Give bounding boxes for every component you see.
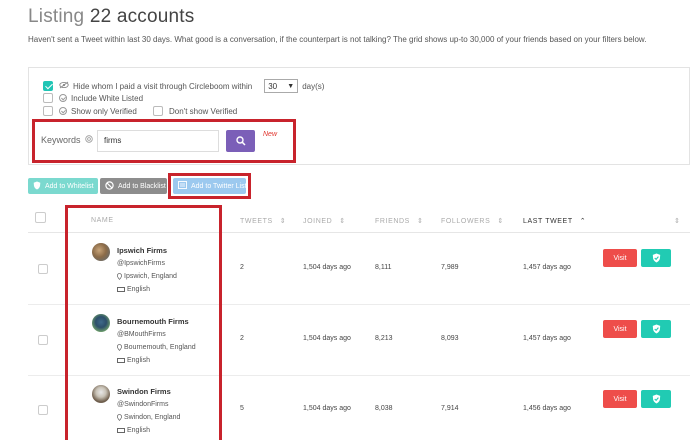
page-title-prefix: Listing	[28, 6, 85, 27]
include-whitelisted-label: Include White Listed	[71, 93, 144, 103]
last-tweet-cell: 1,457 days ago	[523, 335, 571, 342]
verified-icon	[59, 107, 67, 115]
column-followers-label: FOLLOWERS	[441, 217, 491, 225]
row-checkbox[interactable]	[38, 335, 48, 345]
followers-cell: 7,989	[441, 264, 459, 271]
shield-check-icon	[652, 253, 660, 263]
days-select[interactable]: 30 ▼	[264, 79, 299, 93]
visit-button[interactable]: Visit	[603, 249, 637, 267]
shield-check-icon	[652, 394, 660, 404]
shield-icon	[33, 181, 41, 192]
whitelist-button[interactable]	[641, 320, 671, 338]
twitter-list-highlight-box	[168, 173, 251, 199]
column-header-last-tweet[interactable]: LAST TWEET ⌃	[523, 217, 587, 226]
search-icon	[235, 136, 246, 146]
account-count: 22 accounts	[89, 6, 195, 27]
info-icon	[84, 135, 93, 145]
block-icon	[105, 180, 114, 192]
sort-icon: ⇕	[674, 218, 681, 225]
page-subtitle: Haven't sent a Tweet within last 30 days…	[28, 35, 647, 44]
include-whitelisted-checkbox[interactable]	[43, 93, 53, 103]
search-button[interactable]	[226, 130, 255, 152]
followers-cell: 7,914	[441, 405, 459, 412]
page-title: Listing 22 accounts	[28, 6, 194, 28]
column-settings-sort[interactable]: ⇕	[674, 217, 680, 225]
name-column-highlight-box	[65, 205, 222, 440]
joined-cell: 1,504 days ago	[303, 264, 351, 271]
keywords-label-group: Keywords	[41, 135, 93, 145]
filter-hide-visited[interactable]: Hide whom I paid a visit through Circleb…	[43, 79, 324, 93]
dont-show-verified-label: Don't show Verified	[169, 106, 238, 116]
only-verified-checkbox[interactable]	[43, 106, 53, 116]
caret-down-icon: ▼	[287, 82, 295, 90]
sort-icon: ⇕	[416, 218, 424, 225]
hide-visited-label: Hide whom I paid a visit through Circleb…	[73, 81, 253, 91]
dont-show-verified-checkbox[interactable]	[153, 106, 163, 116]
sort-icon: ⇕	[339, 218, 346, 225]
add-to-whitelist-button[interactable]: Add to Whitelist	[28, 178, 98, 194]
eye-slash-icon	[59, 81, 69, 91]
last-tweet-cell: 1,457 days ago	[523, 264, 571, 271]
tweets-cell: 2	[240, 264, 244, 271]
new-badge: New	[263, 131, 278, 138]
visit-button[interactable]: Visit	[603, 390, 637, 408]
tweets-cell: 5	[240, 405, 244, 412]
whitelist-button[interactable]	[641, 249, 671, 267]
keywords-label: Keywords	[41, 135, 81, 145]
shield-check-icon	[652, 324, 660, 334]
days-select-value: 30	[268, 81, 278, 91]
sort-icon: ⇕	[279, 218, 287, 225]
friends-cell: 8,111	[375, 264, 392, 271]
column-last-tweet-label: LAST TWEET	[523, 217, 573, 225]
visit-button[interactable]: Visit	[603, 320, 637, 338]
sort-up-icon: ⌃	[579, 218, 587, 225]
column-tweets-label: TWEETS	[240, 217, 273, 225]
column-header-friends[interactable]: FRIENDS ⇕	[375, 217, 424, 226]
select-all-checkbox[interactable]	[35, 212, 46, 223]
friends-cell: 8,213	[375, 335, 393, 342]
column-joined-label: JOINED	[303, 217, 333, 225]
filter-include-whitelisted[interactable]: Include White Listed	[43, 93, 143, 103]
column-header-joined[interactable]: JOINED ⇕	[303, 217, 346, 226]
last-tweet-cell: 1,456 days ago	[523, 405, 571, 412]
tweets-cell: 2	[240, 335, 244, 342]
sort-icon: ⇕	[497, 218, 504, 225]
add-to-blacklist-label: Add to Blacklist	[118, 182, 166, 190]
hide-visited-checkbox[interactable]	[43, 81, 53, 91]
only-verified-label: Show only Verified	[71, 106, 137, 116]
friends-cell: 8,038	[375, 405, 393, 412]
row-checkbox[interactable]	[38, 405, 48, 415]
column-header-tweets[interactable]: TWEETS ⇕	[240, 217, 287, 226]
row-checkbox[interactable]	[38, 264, 48, 274]
filter-only-verified[interactable]: Show only Verified	[43, 106, 137, 116]
followers-cell: 8,093	[441, 335, 459, 342]
keyword-search-input[interactable]: firms	[97, 130, 219, 152]
check-circle-icon	[59, 94, 67, 102]
days-unit-label: day(s)	[302, 81, 325, 91]
add-to-whitelist-label: Add to Whitelist	[45, 182, 94, 190]
joined-cell: 1,504 days ago	[303, 405, 351, 412]
column-friends-label: FRIENDS	[375, 217, 410, 225]
joined-cell: 1,504 days ago	[303, 335, 351, 342]
column-header-followers[interactable]: FOLLOWERS ⇕	[441, 217, 504, 226]
filter-dont-show-verified[interactable]: Don't show Verified	[153, 106, 237, 116]
add-to-blacklist-button[interactable]: Add to Blacklist	[100, 178, 167, 194]
whitelist-button[interactable]	[641, 390, 671, 408]
